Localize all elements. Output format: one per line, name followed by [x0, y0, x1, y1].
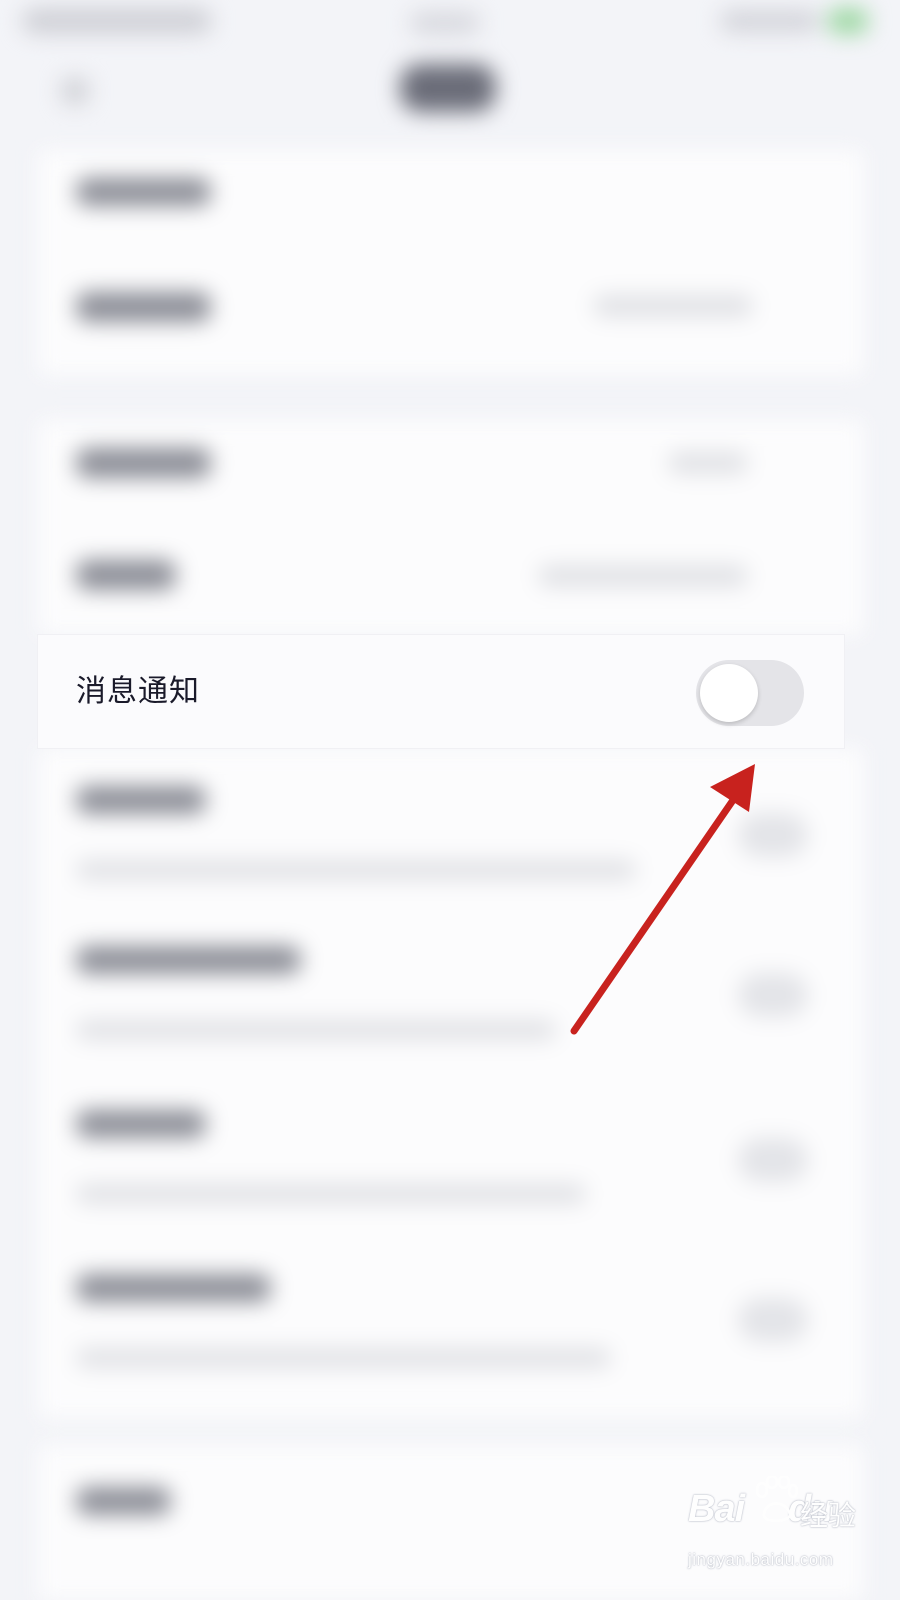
- settings-item[interactable]: [76, 946, 301, 974]
- settings-item-description: [76, 860, 636, 880]
- toggle-switch[interactable]: [738, 1138, 808, 1182]
- settings-item[interactable]: [76, 1274, 271, 1302]
- status-bar-time: [22, 8, 212, 34]
- message-notification-toggle[interactable]: [696, 660, 804, 726]
- settings-item[interactable]: [76, 178, 211, 206]
- settings-item[interactable]: [76, 1110, 206, 1138]
- settings-item-description: [76, 1184, 586, 1204]
- toggle-knob: [700, 664, 758, 722]
- status-bar-notch: [410, 12, 480, 34]
- settings-group: [38, 748, 864, 1418]
- baidu-jingyan-watermark: Bai du 经验 jingyan.baidu.com: [688, 1468, 858, 1588]
- watermark-url: jingyan.baidu.com: [688, 1550, 834, 1569]
- toggle-switch[interactable]: [738, 973, 808, 1017]
- page-title: [400, 64, 496, 112]
- settings-item-value: [668, 452, 748, 474]
- settings-item[interactable]: [76, 560, 176, 590]
- battery-icon: [828, 8, 868, 34]
- settings-group: [38, 420, 864, 635]
- message-notification-row: 消息通知: [38, 635, 844, 748]
- settings-item-description: [76, 1020, 556, 1040]
- settings-item-value: [593, 295, 753, 317]
- watermark-product: 经验: [800, 1499, 857, 1532]
- baidu-paw-icon: [755, 1476, 798, 1522]
- toggle-switch[interactable]: [738, 813, 808, 857]
- settings-item[interactable]: [76, 448, 211, 478]
- settings-item-description: [76, 1348, 611, 1368]
- status-bar-indicators: [720, 10, 820, 32]
- message-notification-label: 消息通知: [76, 674, 200, 709]
- back-icon[interactable]: [62, 78, 88, 104]
- settings-item-value: [538, 565, 748, 587]
- blurred-background: [0, 0, 900, 1600]
- toggle-switch[interactable]: [738, 1298, 808, 1342]
- settings-item[interactable]: [76, 1487, 171, 1515]
- settings-group: [38, 150, 864, 375]
- settings-item[interactable]: [76, 292, 211, 322]
- settings-item[interactable]: [76, 786, 206, 814]
